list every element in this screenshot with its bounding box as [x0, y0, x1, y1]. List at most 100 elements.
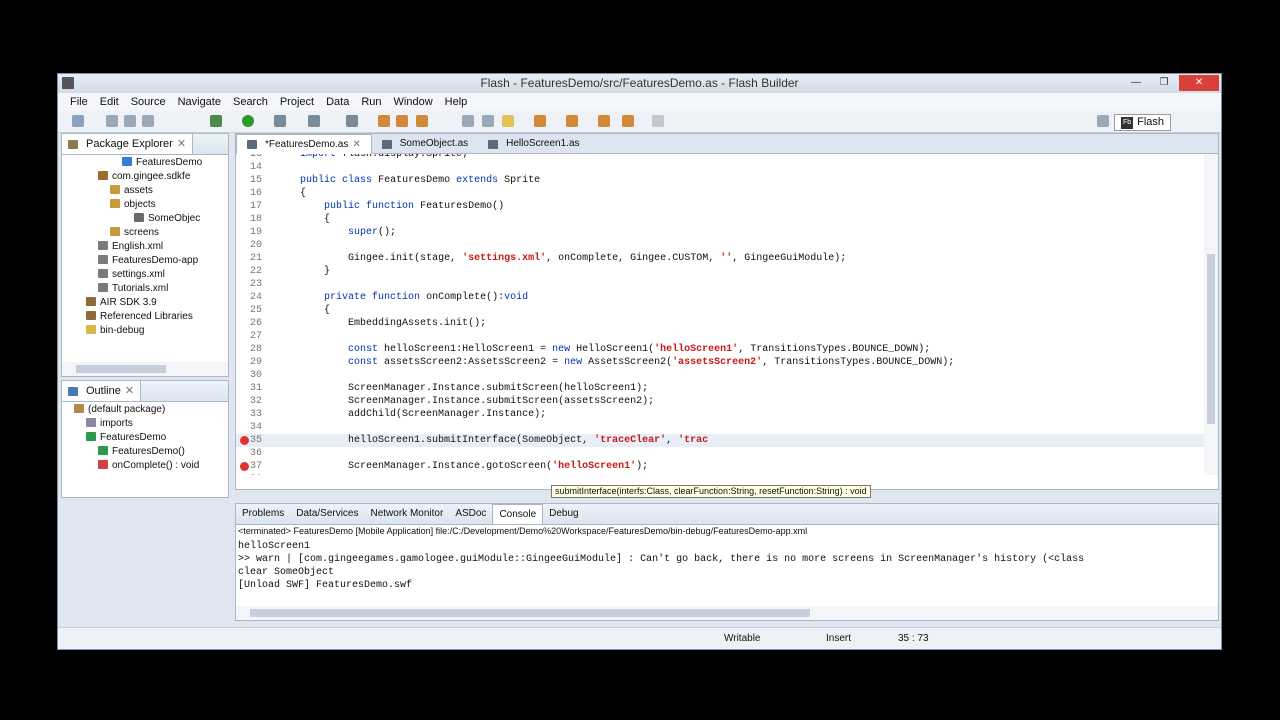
close-icon[interactable]: ✕ [125, 381, 134, 401]
package-tree-item[interactable]: screens [62, 226, 228, 240]
tree-node-label: Tutorials.xml [112, 283, 169, 294]
scroll-thumb[interactable] [76, 365, 166, 373]
new-icon[interactable] [72, 115, 84, 127]
status-writable: Writable [724, 633, 761, 644]
toggle-block-icon[interactable] [462, 115, 474, 127]
package-tree-item[interactable]: SomeObjec [62, 212, 228, 226]
line-number: 37 [249, 461, 262, 472]
pen-icon[interactable] [416, 115, 428, 127]
tab-outline[interactable]: Outline ✕ [62, 381, 142, 401]
package-tree-item[interactable]: Referenced Libraries [62, 310, 228, 324]
export-icon[interactable] [346, 115, 358, 127]
tab-label: Package Explorer [86, 138, 173, 150]
code-line: 15 public class FeaturesDemo extends Spr… [236, 174, 1204, 187]
console-hscrollbar[interactable] [236, 606, 1218, 620]
tree-node-icon [122, 157, 132, 166]
horizontal-scrollbar[interactable] [62, 362, 228, 376]
close-icon[interactable]: ✕ [177, 134, 186, 154]
tab-label: SomeObject.as [399, 138, 469, 149]
tab-debug[interactable]: Debug [543, 504, 584, 524]
tab-data-services[interactable]: Data/Services [290, 504, 364, 524]
bottom-tab-bar: Problems Data/Services Network Monitor A… [236, 504, 585, 524]
menu-search[interactable]: Search [227, 93, 274, 111]
prev-annotation-icon[interactable] [566, 115, 578, 127]
tab-asdoc[interactable]: ASDoc [449, 504, 492, 524]
scroll-thumb[interactable] [250, 609, 810, 617]
as-file-icon [247, 140, 257, 149]
package-tree-item[interactable]: com.gingee.sdkfe [62, 170, 228, 184]
package-tree-item[interactable]: AIR SDK 3.9 [62, 296, 228, 310]
code-area[interactable]: 13 import flash.display.Sprite; 14 15 publ… [236, 154, 1204, 475]
code-text: Gingee.init(stage, 'settings.xml', onCom… [348, 253, 847, 264]
forward-icon[interactable] [652, 115, 664, 127]
tree-node-label: onComplete() : void [112, 460, 200, 471]
package-tree-item[interactable]: Tutorials.xml [62, 282, 228, 296]
outline-item[interactable]: (default package) [62, 403, 228, 417]
line-number: 14 [249, 162, 262, 173]
close-icon[interactable]: ✕ [352, 135, 360, 155]
next-annotation-icon[interactable] [534, 115, 546, 127]
outline-item[interactable]: FeaturesDemo [62, 431, 228, 445]
menu-data[interactable]: Data [320, 93, 355, 111]
open-type-icon[interactable] [378, 115, 390, 127]
back-icon[interactable] [622, 115, 634, 127]
save-icon[interactable] [106, 115, 118, 127]
last-edit-icon[interactable] [598, 115, 610, 127]
flash-perspective-button[interactable]: Fb Flash [1114, 114, 1171, 131]
package-explorer-panel: Package Explorer ✕ FeaturesDemo com.ginge… [61, 133, 229, 377]
open-resource-icon[interactable] [396, 115, 408, 127]
menu-project[interactable]: Project [274, 93, 320, 111]
code-text: EmbeddingAssets.init(); [348, 318, 487, 329]
debug-icon[interactable] [210, 115, 222, 127]
tab-helloscreen1[interactable]: HelloScreen1.as [478, 134, 589, 154]
menu-source[interactable]: Source [125, 93, 172, 111]
run-icon[interactable] [242, 115, 254, 127]
outline-item[interactable]: FeaturesDemo() [62, 445, 228, 459]
code-line: 25 { [236, 304, 1204, 317]
package-tree-item[interactable]: FeaturesDemo-app [62, 254, 228, 268]
package-tree-item[interactable]: assets [62, 184, 228, 198]
tab-console[interactable]: Console [492, 504, 544, 524]
menu-edit[interactable]: Edit [94, 93, 125, 111]
console-header: <terminated> FeaturesDemo [Mobile Applic… [238, 526, 808, 536]
outline-icon [68, 386, 78, 396]
code-text: } [276, 266, 331, 277]
mark-occurrences-icon[interactable] [502, 115, 514, 127]
outline-item[interactable]: imports [62, 417, 228, 431]
tab-someobject[interactable]: SomeObject.as [372, 134, 478, 154]
close-button[interactable]: ✕ [1179, 75, 1219, 91]
menu-file[interactable]: File [64, 93, 94, 111]
menu-window[interactable]: Window [388, 93, 439, 111]
profile-icon[interactable] [274, 115, 286, 127]
menu-navigate[interactable]: Navigate [172, 93, 227, 111]
tree-node-label: FeaturesDemo() [112, 446, 185, 457]
code-line: 37 ScreenManager.Instance.gotoScreen('he… [236, 460, 1204, 473]
package-tree-item[interactable]: English.xml [62, 240, 228, 254]
save-all-icon[interactable] [124, 115, 136, 127]
menu-run[interactable]: Run [355, 93, 387, 111]
package-tree-item[interactable]: bin-debug [62, 324, 228, 338]
tab-featuresdemo[interactable]: *FeaturesDemo.as ✕ [236, 134, 372, 154]
tab-package-explorer[interactable]: Package Explorer ✕ [62, 134, 194, 154]
open-perspective-icon[interactable] [1097, 115, 1109, 127]
menu-help[interactable]: Help [439, 93, 474, 111]
search-icon[interactable] [308, 115, 320, 127]
scroll-thumb[interactable] [1207, 254, 1215, 424]
package-tree-item[interactable]: FeaturesDemo [62, 156, 228, 170]
tab-problems[interactable]: Problems [236, 504, 290, 524]
code-text: private function onComplete():void [324, 292, 529, 303]
outline-item[interactable]: onComplete() : void [62, 459, 228, 473]
package-explorer-icon [68, 139, 78, 149]
tab-network-monitor[interactable]: Network Monitor [365, 504, 450, 524]
package-tree-item[interactable]: objects [62, 198, 228, 212]
maximize-button[interactable]: ❐ [1151, 75, 1177, 91]
toggle-whitespace-icon[interactable] [482, 115, 494, 127]
code-line: 23 [236, 278, 1204, 291]
console-output[interactable]: helloScreen1 >> warn | [com.gingeegames.g… [238, 540, 1204, 592]
tree-node-icon [98, 269, 108, 278]
minimize-button[interactable]: — [1123, 75, 1149, 91]
tree-node-icon [86, 297, 96, 306]
package-tree-item[interactable]: settings.xml [62, 268, 228, 282]
print-icon[interactable] [142, 115, 154, 127]
vertical-scrollbar[interactable] [1204, 154, 1218, 475]
